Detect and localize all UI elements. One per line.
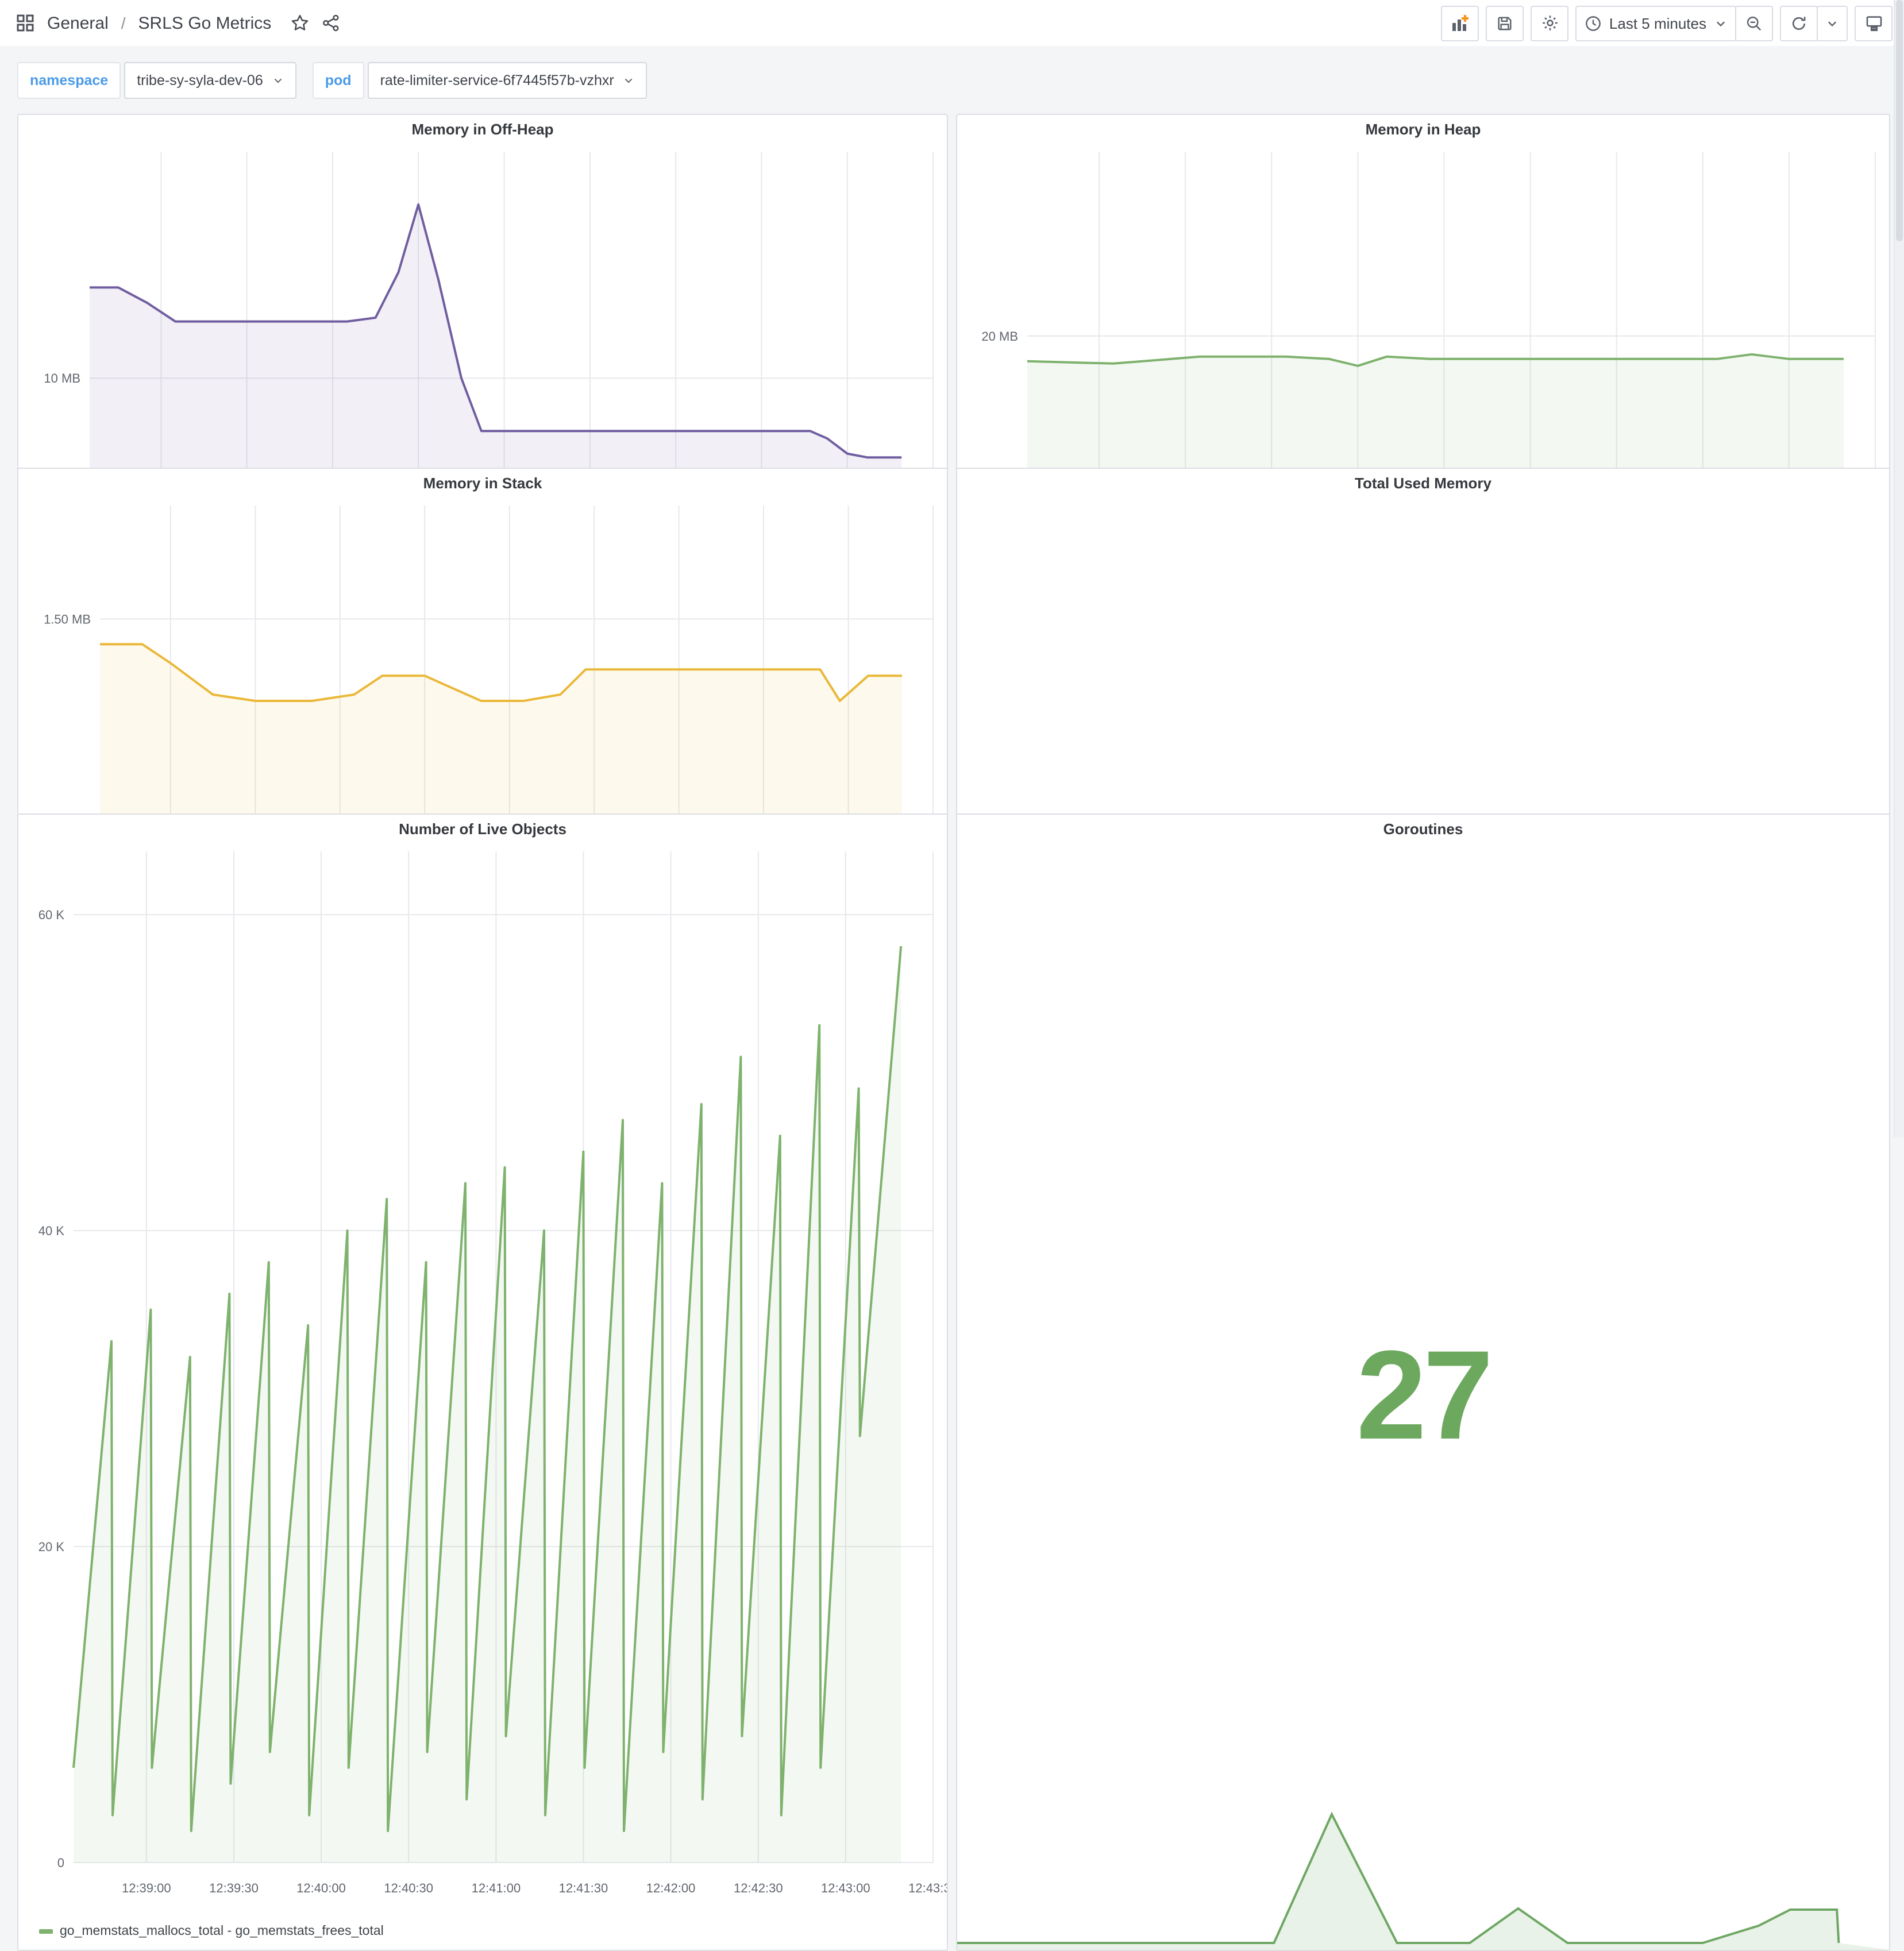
variable-namespace-value[interactable]: tribe-sy-syla-dev-06: [124, 62, 296, 99]
time-range-label: Last 5 minutes: [1609, 14, 1706, 32]
legend-item[interactable]: go_memstats_mallocs_total - go_memstats_…: [39, 1920, 384, 1943]
svg-text:12:43:30: 12:43:30: [908, 1881, 947, 1895]
refresh-icon: [1790, 14, 1807, 32]
panel-title[interactable]: Memory in Heap: [957, 115, 1889, 142]
share-icon[interactable]: [322, 14, 340, 32]
chevron-down-icon: [1714, 17, 1727, 29]
panel-title[interactable]: Goroutines: [957, 815, 1889, 842]
panel-title[interactable]: Memory in Off-Heap: [18, 115, 947, 142]
svg-text:12:41:30: 12:41:30: [559, 1881, 608, 1895]
live-objects-legend: go_memstats_mallocs_total - go_memstats_…: [18, 1918, 947, 1950]
stat-number: 27: [1356, 1333, 1490, 1459]
variable-pod-value[interactable]: rate-limiter-service-6f7445f57b-vzhxr: [368, 62, 647, 99]
panel-title[interactable]: Total Used Memory: [957, 469, 1889, 496]
time-controls: Last 5 minutes: [1576, 5, 1773, 41]
zoom-out-time-button[interactable]: [1735, 5, 1773, 41]
gear-icon: [1541, 14, 1559, 32]
panel-goroutines: Goroutines 27: [956, 813, 1890, 1951]
cycle-view-mode-button[interactable]: [1855, 5, 1893, 41]
variable-namespace-label[interactable]: namespace: [17, 62, 121, 99]
chevron-down-icon: [623, 75, 635, 86]
breadcrumb: General / SRLS Go Metrics: [11, 13, 340, 33]
variable-pod-value-text: rate-limiter-service-6f7445f57b-vzhxr: [380, 72, 614, 88]
chevron-down-icon: [1826, 17, 1839, 29]
add-panel-button[interactable]: [1442, 5, 1479, 41]
legend-swatch: [39, 1929, 53, 1934]
scrollbar-thumb[interactable]: [1896, 0, 1903, 241]
monitor-icon: [1864, 14, 1883, 32]
svg-text:20 K: 20 K: [38, 1540, 65, 1554]
dashboard-settings-button[interactable]: [1531, 5, 1569, 41]
variable-namespace: namespace tribe-sy-syla-dev-06: [17, 62, 296, 99]
template-variables: namespace tribe-sy-syla-dev-06 pod rate-…: [17, 62, 647, 99]
variable-pod-label[interactable]: pod: [313, 62, 364, 99]
dashboard-toolbar: Last 5 minutes: [1442, 5, 1893, 41]
svg-text:12:41:00: 12:41:00: [472, 1881, 521, 1895]
breadcrumb-section[interactable]: General: [47, 13, 109, 33]
svg-text:12:39:00: 12:39:00: [122, 1881, 171, 1895]
svg-text:12:39:30: 12:39:30: [209, 1881, 259, 1895]
panel-title[interactable]: Number of Live Objects: [18, 815, 947, 842]
svg-text:0: 0: [57, 1856, 64, 1870]
svg-text:10 MB: 10 MB: [44, 371, 80, 385]
time-range-picker[interactable]: Last 5 minutes: [1576, 5, 1736, 41]
zoom-out-icon: [1745, 14, 1763, 32]
panel-title[interactable]: Memory in Stack: [18, 469, 947, 496]
panel-number-of-live-objects: Number of Live Objects 0 20 K 40 K 60 K 12:3…: [17, 813, 948, 1951]
refresh-controls: [1780, 5, 1848, 41]
svg-text:1.50 MB: 1.50 MB: [44, 612, 91, 626]
goroutines-sparkline: [957, 1786, 1889, 1950]
chevron-down-icon: [272, 75, 284, 86]
clock-icon: [1585, 14, 1602, 32]
svg-text:12:42:30: 12:42:30: [734, 1881, 783, 1895]
breadcrumb-separator: /: [121, 14, 126, 32]
svg-text:40 K: 40 K: [38, 1224, 65, 1238]
apps-grid-icon[interactable]: [16, 14, 34, 32]
save-dashboard-button[interactable]: [1486, 5, 1524, 41]
goroutines-value: 27: [1356, 1333, 1490, 1459]
star-icon[interactable]: [291, 14, 309, 32]
variable-namespace-value-text: tribe-sy-syla-dev-06: [137, 72, 263, 88]
legend-label: go_memstats_mallocs_total - go_memstats_…: [60, 1920, 384, 1943]
save-icon: [1497, 14, 1514, 32]
svg-text:12:42:00: 12:42:00: [646, 1881, 696, 1895]
dashboard-title[interactable]: SRLS Go Metrics: [138, 13, 272, 33]
refresh-interval-dropdown[interactable]: [1817, 5, 1848, 41]
refresh-button[interactable]: [1780, 5, 1818, 41]
svg-text:12:40:00: 12:40:00: [296, 1881, 346, 1895]
svg-text:12:43:00: 12:43:00: [821, 1881, 870, 1895]
svg-text:20 MB: 20 MB: [981, 329, 1018, 344]
svg-text:12:40:30: 12:40:30: [384, 1881, 433, 1895]
live-objects-chart[interactable]: 0 20 K 40 K 60 K 12:39:00 12:39:30 12:40:00 12:…: [18, 842, 947, 1918]
goroutines-stat: 27: [957, 842, 1889, 1950]
variable-pod: pod rate-limiter-service-6f7445f57b-vzhx…: [313, 62, 647, 99]
top-nav: General / SRLS Go Metrics: [0, 0, 1904, 46]
page-scrollbar[interactable]: [1894, 0, 1904, 1138]
grafana-dashboard: General / SRLS Go Metrics: [0, 0, 1904, 1138]
svg-text:60 K: 60 K: [38, 908, 65, 922]
add-panel-icon: [1451, 13, 1470, 33]
